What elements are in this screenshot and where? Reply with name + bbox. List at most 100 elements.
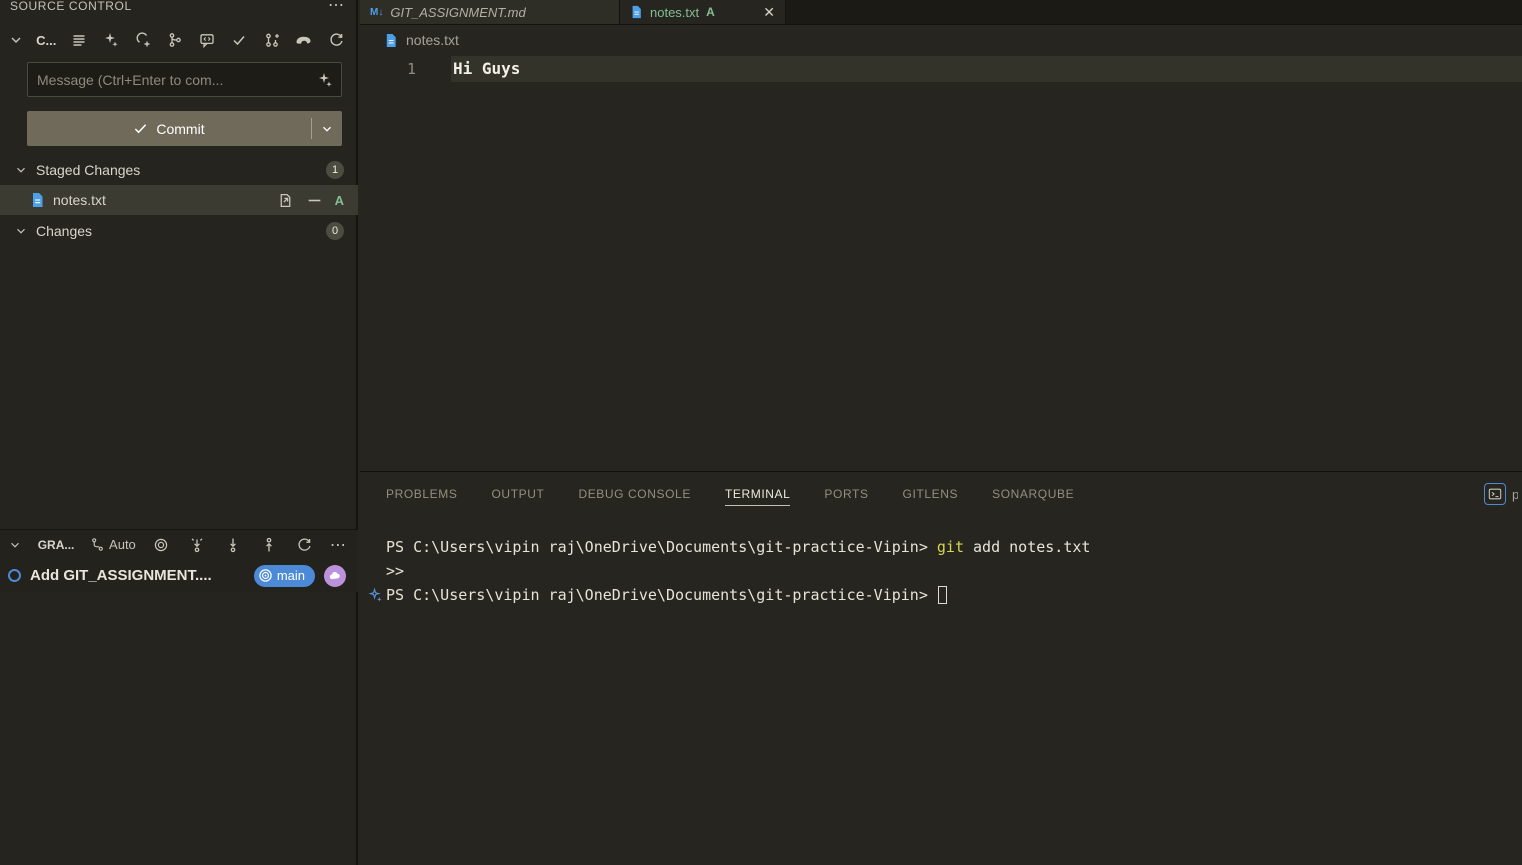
chevron-down-icon bbox=[14, 163, 28, 177]
staged-changes-label: Staged Changes bbox=[36, 162, 140, 178]
staged-file-name: notes.txt bbox=[53, 192, 106, 208]
breadcrumb[interactable]: notes.txt bbox=[384, 29, 459, 51]
unstage-dash-icon[interactable] bbox=[306, 192, 323, 209]
branch-auto-control[interactable]: Auto bbox=[90, 537, 136, 552]
branch-auto-label: Auto bbox=[109, 537, 136, 552]
vscode-window: SOURCE CONTROL ⋯ C... bbox=[0, 0, 1522, 865]
commit-dropdown-chevron[interactable] bbox=[312, 111, 342, 146]
commit-graph-section: GRA... Auto bbox=[0, 529, 358, 592]
cloud-badge[interactable] bbox=[324, 565, 346, 587]
cloud-icon bbox=[328, 569, 342, 583]
file-actions: A bbox=[277, 192, 344, 209]
file-icon bbox=[30, 192, 45, 208]
comment-icon[interactable] bbox=[197, 30, 217, 50]
tab-gitlens[interactable]: GITLENS bbox=[903, 482, 959, 506]
open-file-icon[interactable] bbox=[277, 192, 294, 209]
changes-header[interactable]: Changes 0 bbox=[0, 216, 358, 246]
tab-problems[interactable]: PROBLEMS bbox=[386, 482, 458, 506]
panel-actions: p bbox=[1484, 483, 1518, 505]
close-icon[interactable]: ✕ bbox=[763, 4, 775, 21]
staged-count-badge: 1 bbox=[326, 161, 344, 179]
current-line-highlight[interactable]: Hi Guys bbox=[451, 56, 1522, 82]
terminal-line: >> bbox=[364, 559, 1522, 583]
commit-button[interactable]: Commit bbox=[27, 111, 342, 146]
markdown-icon: M↓ bbox=[370, 7, 383, 18]
breadcrumb-label: notes.txt bbox=[406, 32, 459, 48]
launch-terminal-icon[interactable] bbox=[1484, 483, 1506, 505]
sidebar-title: SOURCE CONTROL bbox=[10, 0, 132, 13]
staged-file-row[interactable]: notes.txt A bbox=[0, 185, 358, 215]
graph-header: GRA... Auto bbox=[0, 530, 358, 559]
branch-icon bbox=[90, 537, 105, 552]
bottom-panel: PROBLEMS OUTPUT DEBUG CONSOLE TERMINAL P… bbox=[360, 471, 1522, 865]
commit-button-main[interactable]: Commit bbox=[27, 111, 311, 146]
tab-label: notes.txt bbox=[650, 5, 699, 20]
profile-hint-text: p bbox=[1512, 487, 1518, 502]
tab-terminal[interactable]: TERMINAL bbox=[725, 482, 790, 506]
repo-toolbar: C... bbox=[0, 24, 358, 56]
bullseye-icon bbox=[258, 568, 273, 583]
commit-message-text: Add GIT_ASSIGNMENT.... bbox=[30, 567, 212, 584]
terminal-command-git: git bbox=[937, 538, 964, 556]
changes-count-badge: 0 bbox=[326, 222, 344, 240]
terminal-prompt: PS C:\Users\vipin raj\OneDrive\Documents… bbox=[386, 538, 937, 556]
source-control-graph-icon[interactable] bbox=[165, 30, 185, 50]
terminal-prompt: PS C:\Users\vipin raj\OneDrive\Documents… bbox=[386, 586, 937, 604]
sparkle-icon[interactable] bbox=[317, 72, 333, 88]
create-pull-request-icon[interactable] bbox=[262, 30, 282, 50]
terminal-content[interactable]: PS C:\Users\vipin raj\OneDrive\Documents… bbox=[364, 535, 1522, 607]
terminal-gutter bbox=[364, 588, 386, 603]
graph-title: GRA... bbox=[38, 538, 75, 552]
source-control-sidebar: SOURCE CONTROL ⋯ C... bbox=[0, 0, 358, 865]
terminal-line: PS C:\Users\vipin raj\OneDrive\Documents… bbox=[364, 583, 1522, 607]
check-icon bbox=[133, 121, 148, 136]
commit-node-icon bbox=[8, 569, 21, 582]
tab-ports[interactable]: PORTS bbox=[824, 482, 868, 506]
more-actions-icon[interactable]: ⋯ bbox=[328, 1, 344, 11]
file-icon bbox=[630, 5, 643, 19]
refresh-icon[interactable] bbox=[294, 535, 314, 555]
repo-label[interactable]: C... bbox=[36, 33, 56, 48]
copilot-sparkle-icon[interactable] bbox=[368, 588, 383, 603]
tab-sonarqube[interactable]: SONARQUBE bbox=[992, 482, 1074, 506]
gitlens-icon[interactable] bbox=[294, 30, 314, 50]
tab-label: GIT_ASSIGNMENT.md bbox=[390, 5, 525, 20]
main-branch-badge[interactable]: main bbox=[254, 565, 315, 587]
chevron-down-icon[interactable] bbox=[8, 538, 22, 552]
staged-changes-header[interactable]: Staged Changes 1 bbox=[0, 155, 358, 185]
tab-git-status-badge: A bbox=[706, 5, 715, 19]
generate-commit-sparkle-icon[interactable] bbox=[101, 30, 121, 50]
terminal-line: PS C:\Users\vipin raj\OneDrive\Documents… bbox=[364, 535, 1522, 559]
changes-label: Changes bbox=[36, 223, 92, 239]
terminal-command-args: add notes.txt bbox=[964, 538, 1090, 556]
terminal-cursor bbox=[938, 586, 947, 604]
tab-git-assignment[interactable]: M↓ GIT_ASSIGNMENT.md bbox=[360, 0, 620, 24]
push-icon[interactable] bbox=[259, 535, 279, 555]
code-text: Hi Guys bbox=[451, 59, 520, 78]
target-icon[interactable] bbox=[151, 535, 171, 555]
sidebar-header: SOURCE CONTROL ⋯ bbox=[0, 0, 358, 16]
chevron-down-icon[interactable] bbox=[8, 32, 24, 48]
commit-graph-row[interactable]: Add GIT_ASSIGNMENT.... main bbox=[0, 559, 358, 592]
refresh-icon[interactable] bbox=[326, 30, 346, 50]
file-icon bbox=[384, 33, 398, 48]
pull-icon[interactable] bbox=[223, 535, 243, 555]
terminal-continuation: >> bbox=[386, 562, 404, 580]
view-as-list-icon[interactable] bbox=[69, 30, 89, 50]
line-number: 1 bbox=[388, 56, 416, 82]
panel-tab-bar: PROBLEMS OUTPUT DEBUG CONSOLE TERMINAL P… bbox=[386, 472, 1074, 516]
commit-message-input[interactable] bbox=[28, 72, 317, 88]
editor-tab-bar: M↓ GIT_ASSIGNMENT.md notes.txt A ✕ bbox=[360, 0, 1522, 25]
commit-message-box bbox=[27, 62, 342, 97]
commit-button-label: Commit bbox=[156, 121, 204, 137]
git-status-badge: A bbox=[335, 193, 344, 208]
tab-notes[interactable]: notes.txt A ✕ bbox=[620, 0, 786, 24]
branch-name-label: main bbox=[277, 568, 305, 583]
more-actions-icon[interactable]: ⋯ bbox=[330, 535, 346, 555]
chevron-down-icon bbox=[14, 224, 28, 238]
tab-output[interactable]: OUTPUT bbox=[492, 482, 545, 506]
fetch-icon[interactable] bbox=[187, 535, 207, 555]
discard-changes-icon[interactable] bbox=[133, 30, 153, 50]
tab-debug-console[interactable]: DEBUG CONSOLE bbox=[578, 482, 691, 506]
commit-check-icon[interactable] bbox=[229, 30, 249, 50]
